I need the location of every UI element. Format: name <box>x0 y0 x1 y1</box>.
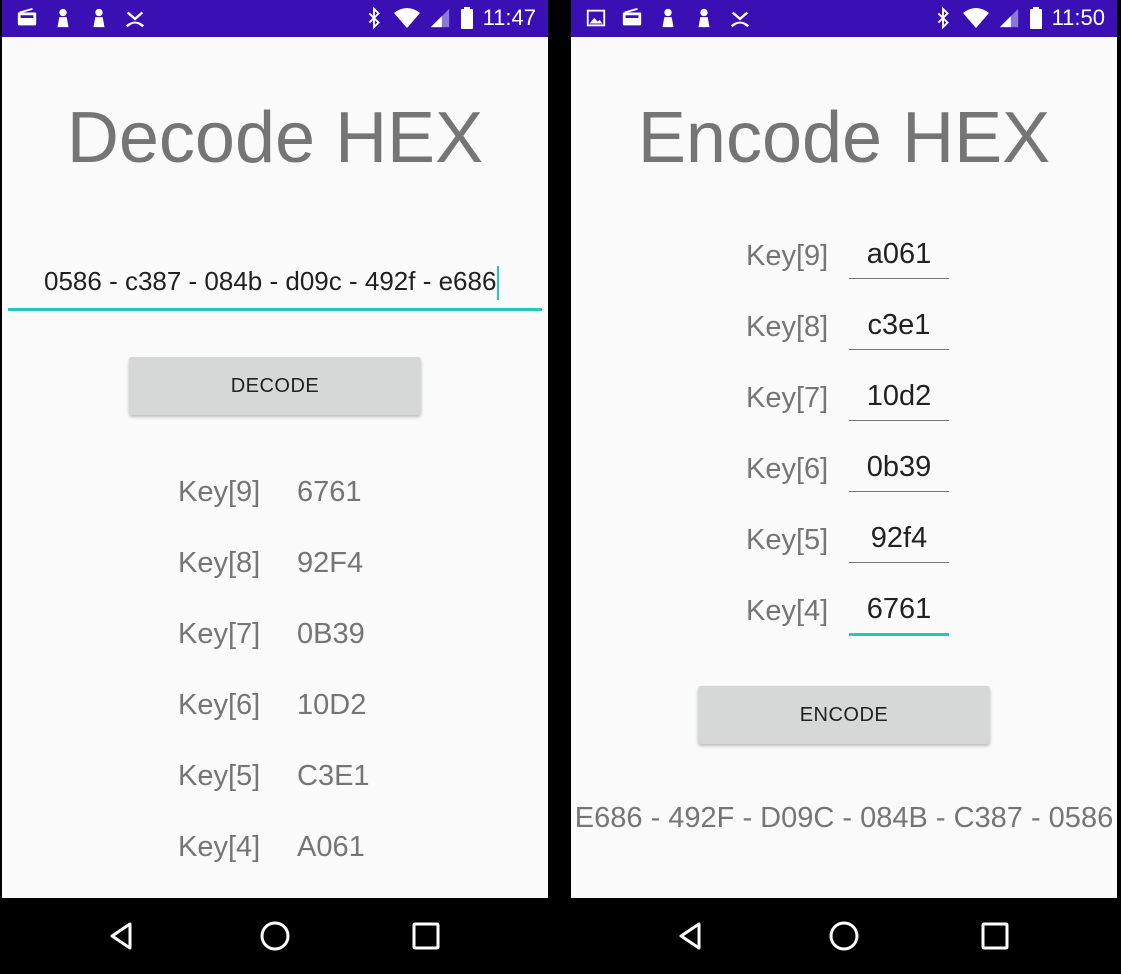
hex-input[interactable]: 0586 - c387 - 084b - d09c - 492f - e686 <box>8 262 542 311</box>
recents-icon[interactable] <box>975 916 1015 956</box>
key-input[interactable]: a061 <box>849 238 949 279</box>
key-label: Key[7] <box>746 382 829 414</box>
page-title: Decode HEX <box>66 98 484 178</box>
key-label: Key[4] <box>178 831 261 863</box>
status-bar: 11:47 <box>2 0 548 37</box>
radio-icon <box>17 7 37 26</box>
key-input[interactable]: 6761 <box>849 593 949 636</box>
person-icon <box>57 8 69 28</box>
image-icon <box>586 9 606 27</box>
clock: 11:50 <box>1051 5 1105 30</box>
encode-screen: 11:50 Encode HEX Key[9] a061 Key[8] c3e1… <box>571 0 1117 974</box>
key-label: Key[4] <box>746 595 829 627</box>
back-icon[interactable] <box>102 916 142 956</box>
person-icon <box>698 8 710 28</box>
signal-icon <box>430 8 449 28</box>
clock: 11:47 <box>482 5 536 30</box>
key-label: Key[8] <box>178 547 261 579</box>
key-value: 92F4 <box>297 547 364 579</box>
decode-button[interactable]: DECODE <box>129 357 421 415</box>
key-input[interactable]: 10d2 <box>849 380 949 421</box>
key-input[interactable]: 0b39 <box>849 451 949 492</box>
key-label: Key[5] <box>178 760 261 792</box>
navigation-bar <box>2 898 548 974</box>
key-value: A061 <box>297 831 365 863</box>
key-value: 0B39 <box>297 618 365 650</box>
key-input[interactable]: 92f4 <box>849 522 949 563</box>
recents-icon[interactable] <box>406 916 446 956</box>
radio-icon <box>622 7 642 26</box>
hex-input-value: 0586 - c387 - 084b - d09c - 492f - e686 <box>44 266 500 301</box>
bluetooth-icon <box>937 6 949 30</box>
battery-icon <box>1029 7 1042 29</box>
key-input[interactable]: c3e1 <box>849 309 949 350</box>
key-label: Key[5] <box>746 524 829 556</box>
back-icon[interactable] <box>671 916 711 956</box>
text-cursor <box>497 266 500 301</box>
key-label: Key[6] <box>746 453 829 485</box>
home-icon[interactable] <box>824 916 864 956</box>
missed-call-icon <box>125 11 145 28</box>
missed-call-icon <box>730 11 750 28</box>
encode-button[interactable]: ENCODE <box>698 686 990 744</box>
decode-screen: 11:47 Decode HEX 0586 - c387 - 084b - d0… <box>2 0 548 974</box>
person-icon <box>662 8 674 28</box>
wifi-icon <box>393 8 420 28</box>
key-label: Key[9] <box>746 240 829 272</box>
person-icon <box>93 8 105 28</box>
battery-icon <box>460 7 473 29</box>
key-value: C3E1 <box>297 760 370 792</box>
wifi-icon <box>962 8 989 28</box>
key-label: Key[9] <box>178 476 261 508</box>
home-icon[interactable] <box>255 916 295 956</box>
encode-result: E686 - 492F - D09C - 084B - C387 - 0586 <box>574 802 1114 834</box>
key-label: Key[6] <box>178 689 261 721</box>
signal-icon <box>999 8 1018 28</box>
key-value: 6761 <box>297 476 362 508</box>
status-bar: 11:50 <box>571 0 1117 37</box>
bluetooth-icon <box>368 6 380 30</box>
key-label: Key[8] <box>746 311 829 343</box>
key-value: 10D2 <box>297 689 367 721</box>
page-title: Encode HEX <box>637 98 1051 178</box>
key-label: Key[7] <box>178 618 261 650</box>
navigation-bar <box>571 898 1117 974</box>
